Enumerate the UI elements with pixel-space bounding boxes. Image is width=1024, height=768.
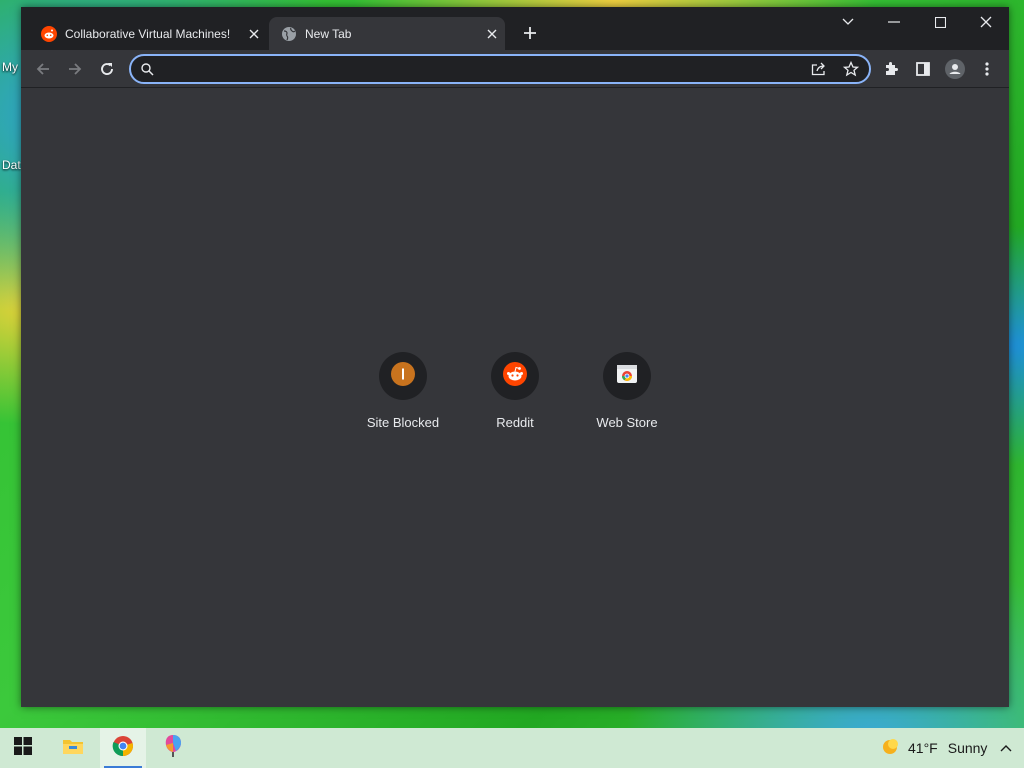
- search-icon: [137, 59, 157, 79]
- side-panel-icon[interactable]: [909, 55, 937, 83]
- sun-icon: [880, 737, 900, 760]
- profile-icon[interactable]: [941, 55, 969, 83]
- reddit-icon: [41, 25, 57, 42]
- chrome-icon: [112, 735, 134, 762]
- menu-icon[interactable]: [973, 55, 1001, 83]
- taskbar: 41°F Sunny: [0, 728, 1024, 768]
- shortcut-label: Web Store: [596, 415, 658, 430]
- start-button[interactable]: [0, 728, 46, 768]
- paint-icon: [163, 734, 183, 763]
- show-hidden-icons-button[interactable]: [996, 738, 1016, 758]
- tab-title: New Tab: [305, 26, 352, 41]
- site-blocked-icon: [391, 361, 415, 391]
- toolbar: [21, 50, 1009, 88]
- shortcut-reddit[interactable]: Reddit: [459, 352, 571, 452]
- file-explorer-icon: [62, 737, 84, 760]
- web-store-icon: [615, 362, 639, 391]
- start-icon: [14, 736, 32, 760]
- weather-condition: Sunny: [947, 740, 988, 756]
- desktop-icon-label[interactable]: Dat: [2, 158, 21, 172]
- reload-button[interactable]: [93, 55, 121, 83]
- maximize-button[interactable]: [917, 7, 963, 37]
- shortcut-tile: [379, 352, 427, 400]
- share-icon[interactable]: [809, 59, 829, 79]
- weather-widget[interactable]: 41°F Sunny: [880, 728, 987, 768]
- shortcut-web-store[interactable]: Web Store: [571, 352, 683, 452]
- close-tab-icon[interactable]: [483, 25, 501, 43]
- extensions-icon[interactable]: [877, 55, 905, 83]
- taskbar-file-explorer[interactable]: [50, 728, 96, 768]
- forward-button[interactable]: [61, 55, 89, 83]
- minimize-button[interactable]: [871, 7, 917, 37]
- close-tab-icon[interactable]: [245, 25, 263, 43]
- new-tab-button[interactable]: [519, 22, 541, 44]
- taskbar-chrome[interactable]: [100, 728, 146, 768]
- tab-title: Collaborative Virtual Machines!: [65, 26, 231, 41]
- reddit-icon: [503, 361, 527, 391]
- shortcut-label: Reddit: [496, 415, 534, 430]
- globe-icon: [281, 26, 297, 42]
- address-input[interactable]: [157, 59, 811, 81]
- desktop-icon-label[interactable]: My: [2, 60, 18, 74]
- shortcut-label: Site Blocked: [366, 415, 440, 430]
- new-tab-page: Site Blocked Reddit Web Store: [21, 88, 1009, 707]
- browser-window: Collaborative Virtual Machines! New Tab: [21, 7, 1009, 707]
- tab-search-button[interactable]: [825, 7, 871, 37]
- back-button[interactable]: [29, 55, 57, 83]
- bookmark-star-icon[interactable]: [841, 59, 861, 79]
- shortcut-tile: [603, 352, 651, 400]
- weather-temperature: 41°F: [908, 740, 938, 756]
- tab-new-tab[interactable]: New Tab: [269, 17, 505, 50]
- shortcut-tile: [491, 352, 539, 400]
- close-window-button[interactable]: [963, 7, 1009, 37]
- shortcut-site-blocked[interactable]: Site Blocked: [347, 352, 459, 452]
- address-bar[interactable]: [129, 54, 871, 84]
- chevron-up-icon: [1000, 739, 1012, 757]
- taskbar-paint[interactable]: [150, 728, 196, 768]
- tab-collaborative-vms[interactable]: Collaborative Virtual Machines!: [29, 17, 267, 50]
- tab-strip: Collaborative Virtual Machines! New Tab: [21, 7, 1009, 50]
